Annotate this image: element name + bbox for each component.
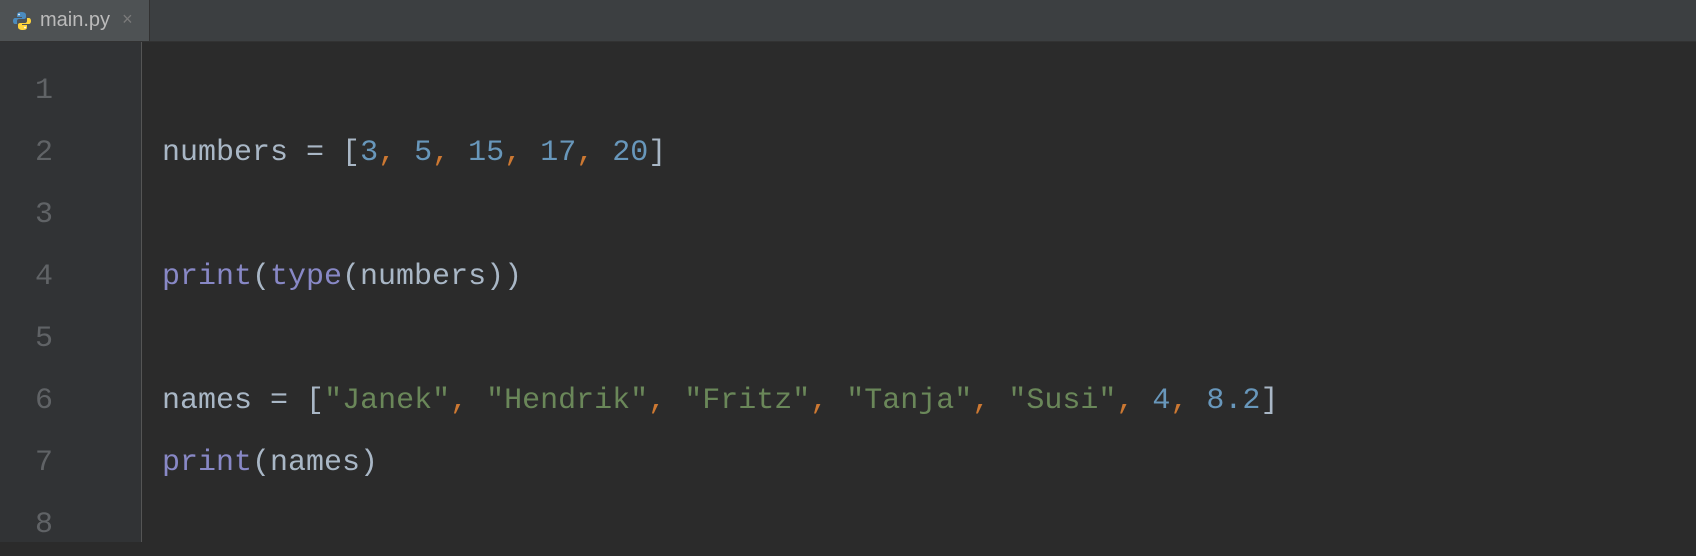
code-area[interactable]: numbers = [3, 5, 15, 17, 20] print(type(… (142, 42, 1696, 542)
code-token: type (270, 260, 342, 294)
code-token (450, 136, 468, 170)
code-token: , (378, 136, 396, 170)
code-token: , (432, 136, 450, 170)
code-token: print (162, 446, 252, 480)
code-token (1188, 384, 1206, 418)
code-line[interactable] (162, 60, 1696, 122)
code-token: ( (252, 260, 270, 294)
line-number: 4 (0, 246, 141, 308)
code-token: = (270, 384, 306, 418)
code-token: ] (1260, 384, 1278, 418)
line-number: 8 (0, 494, 141, 556)
code-token: names (162, 384, 270, 418)
code-token: , (648, 384, 666, 418)
code-line[interactable] (162, 308, 1696, 370)
code-token: (names) (252, 446, 378, 480)
code-token: , (450, 384, 468, 418)
line-number: 6 (0, 370, 141, 432)
line-number: 7 (0, 432, 141, 494)
code-line[interactable] (162, 494, 1696, 556)
code-token (828, 384, 846, 418)
code-line[interactable]: numbers = [3, 5, 15, 17, 20] (162, 122, 1696, 184)
code-token: 8.2 (1206, 384, 1260, 418)
code-token: numbers (162, 136, 306, 170)
code-token (1134, 384, 1152, 418)
code-token: print (162, 260, 252, 294)
code-token: , (972, 384, 990, 418)
code-token: = (306, 136, 342, 170)
code-token (522, 136, 540, 170)
code-token: , (1170, 384, 1188, 418)
code-token: , (810, 384, 828, 418)
line-number-gutter: 1 2 3 4 5 6 7 8 (0, 42, 142, 542)
code-token: 3 (360, 136, 378, 170)
code-token: ] (648, 136, 666, 170)
editor: 1 2 3 4 5 6 7 8 numbers = [3, 5, 15, 17,… (0, 42, 1696, 542)
tab-bar: main.py × (0, 0, 1696, 42)
code-line[interactable]: names = ["Janek", "Hendrik", "Fritz", "T… (162, 370, 1696, 432)
code-token: [ (306, 384, 324, 418)
close-icon[interactable]: × (118, 11, 137, 31)
line-number: 1 (0, 60, 141, 122)
code-token: "Hendrik" (486, 384, 648, 418)
line-number: 5 (0, 308, 141, 370)
tab-label: main.py (40, 9, 110, 32)
code-token: 5 (414, 136, 432, 170)
python-file-icon (12, 11, 32, 31)
line-number: 3 (0, 184, 141, 246)
code-token (666, 384, 684, 418)
code-token (594, 136, 612, 170)
code-line[interactable]: print(names) (162, 432, 1696, 494)
code-token: 15 (468, 136, 504, 170)
code-token: , (504, 136, 522, 170)
tab-main-py[interactable]: main.py × (0, 0, 150, 41)
code-token: 17 (540, 136, 576, 170)
code-token (396, 136, 414, 170)
code-token (990, 384, 1008, 418)
code-token: "Tanja" (846, 384, 972, 418)
code-token: "Janek" (324, 384, 450, 418)
code-token: [ (342, 136, 360, 170)
code-token: 4 (1152, 384, 1170, 418)
code-token: , (1116, 384, 1134, 418)
code-token (468, 384, 486, 418)
code-token: "Susi" (1008, 384, 1116, 418)
code-token: , (576, 136, 594, 170)
line-number: 2 (0, 122, 141, 184)
code-token: "Fritz" (684, 384, 810, 418)
code-token: 20 (612, 136, 648, 170)
code-line[interactable] (162, 184, 1696, 246)
code-line[interactable]: print(type(numbers)) (162, 246, 1696, 308)
code-token: (numbers)) (342, 260, 522, 294)
